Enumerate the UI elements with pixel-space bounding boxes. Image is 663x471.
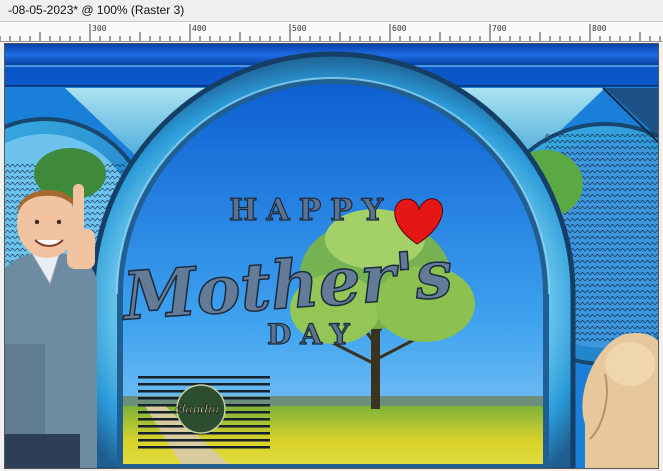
watermark-stripe — [138, 439, 270, 442]
ruler-label: 700 — [492, 24, 507, 33]
mothers-day-artwork: HAPPY Mother's DAY claudia — [5, 44, 658, 468]
window-title-bar[interactable]: -08-05-2023* @ 100% (Raster 3) — [0, 0, 663, 22]
day-text: DAY — [267, 318, 359, 351]
horizontal-ruler[interactable]: 300 400 500 600 700 800 — [0, 22, 663, 42]
ruler-label: 400 — [192, 24, 207, 33]
ruler-label: 600 — [392, 24, 407, 33]
watermark-stripe — [138, 376, 270, 379]
window-title: -08-05-2023* @ 100% (Raster 3) — [8, 3, 185, 17]
ruler-label: 500 — [292, 24, 307, 33]
ruler-label: 800 — [592, 24, 607, 33]
image-canvas[interactable]: HAPPY Mother's DAY claudia — [4, 43, 659, 469]
boy-thumbs-up-image — [5, 184, 97, 468]
watermark-text: claudia — [175, 402, 219, 416]
watermark-stripe — [138, 446, 270, 449]
happy-text: HAPPY — [229, 193, 392, 228]
ruler-label: 300 — [92, 24, 107, 33]
